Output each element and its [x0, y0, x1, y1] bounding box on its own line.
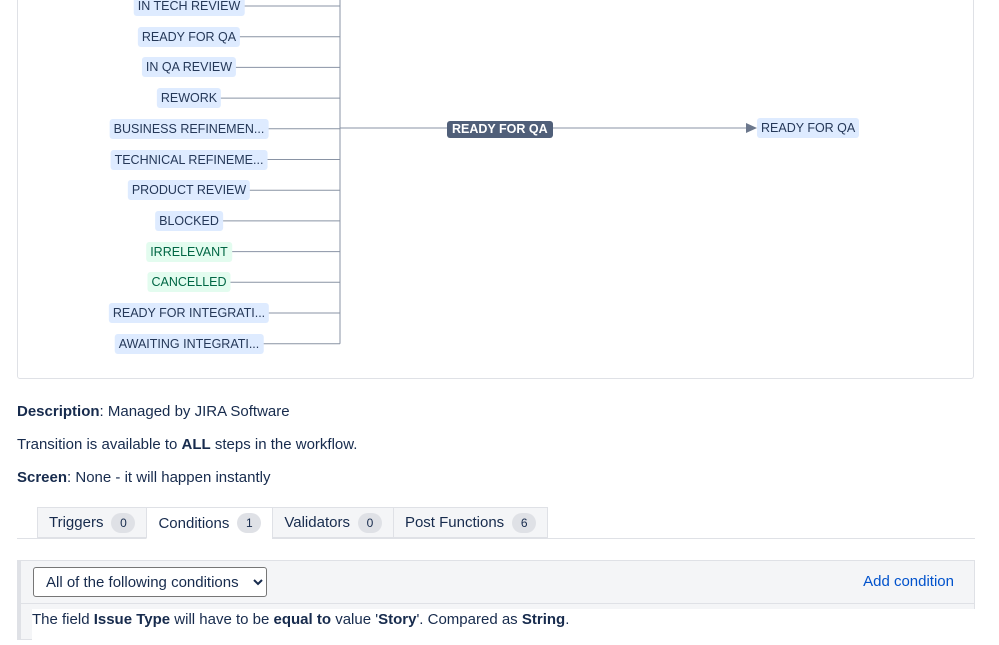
- source-status: IRRELEVANT: [146, 241, 232, 262]
- condition-text-part: .: [565, 611, 570, 628]
- transition-label[interactable]: READY FOR QA: [447, 121, 553, 138]
- screen-label: Screen: [17, 469, 68, 486]
- source-status: PRODUCT REVIEW: [127, 180, 251, 201]
- source-status: AWAITING INTEGRATI...: [114, 333, 264, 354]
- conditions-header: All of the following conditions Add cond…: [18, 561, 974, 604]
- source-status: BUSINESS REFINEMEN...: [109, 118, 269, 139]
- add-condition-link[interactable]: Add condition: [863, 573, 954, 590]
- condition-text-part: '. Compared as: [416, 611, 522, 628]
- availability-line: Transition is available to ALL steps in …: [17, 436, 357, 453]
- condition-field: Issue Type: [93, 611, 171, 628]
- tab-label: Conditions: [158, 514, 230, 532]
- condition-text-part: value ': [331, 611, 379, 628]
- tab-label: Triggers: [49, 514, 104, 531]
- tab-count-badge: 1: [237, 513, 262, 533]
- condition-value: Story: [378, 611, 417, 628]
- condition-text-part: will have to be: [170, 611, 274, 628]
- description-line: Description: Managed by JIRA Software: [17, 403, 290, 420]
- source-status: IN TECH REVIEW: [133, 0, 245, 16]
- screen-value: : None - it will happen instantly: [67, 469, 271, 486]
- arrow-head-icon: [746, 123, 757, 133]
- source-status: TECHNICAL REFINEME...: [110, 149, 268, 170]
- conditions-panel: All of the following conditions Add cond…: [17, 560, 975, 645]
- availability-emphasis: ALL: [181, 436, 211, 453]
- description-label: Description: [17, 403, 100, 420]
- condition-group-select[interactable]: All of the following conditions: [33, 567, 267, 597]
- availability-suffix: steps in the workflow.: [210, 436, 358, 453]
- source-status: CANCELLED: [147, 272, 231, 293]
- tab-count-badge: 6: [512, 512, 537, 533]
- availability-prefix: Transition is available to: [17, 436, 182, 453]
- source-status: IN QA REVIEW: [141, 57, 237, 78]
- tab-label: Validators: [284, 514, 350, 531]
- screen-line: Screen: None - it will happen instantly: [17, 469, 270, 486]
- tab-conditions[interactable]: Conditions 1: [146, 507, 273, 539]
- tab-label: Post Functions: [404, 514, 505, 531]
- transition-tabs: Triggers 0 Conditions 1 Validators 0 Post F…: [37, 507, 549, 539]
- target-status: READY FOR QA: [757, 118, 860, 138]
- source-status: READY FOR INTEGRATI...: [108, 303, 270, 323]
- condition-text: The field Issue Type will have to be equ…: [32, 610, 569, 630]
- tab-validators[interactable]: Validators 0: [272, 507, 393, 538]
- condition-text-part: The field: [32, 611, 94, 628]
- tab-post-functions[interactable]: Post Functions 6: [392, 507, 549, 538]
- source-status: BLOCKED: [155, 210, 223, 231]
- tab-count-badge: 0: [111, 512, 136, 533]
- condition-operator: equal to: [273, 611, 332, 628]
- source-status: READY FOR QA: [137, 26, 241, 47]
- condition-row: The field Issue Type will have to be equ…: [32, 609, 975, 645]
- condition-compare-type: String: [521, 611, 566, 628]
- tab-triggers[interactable]: Triggers 0: [37, 507, 147, 538]
- description-value: : Managed by JIRA Software: [99, 403, 290, 420]
- source-status: REWORK: [156, 88, 222, 109]
- tab-count-badge: 0: [357, 512, 382, 533]
